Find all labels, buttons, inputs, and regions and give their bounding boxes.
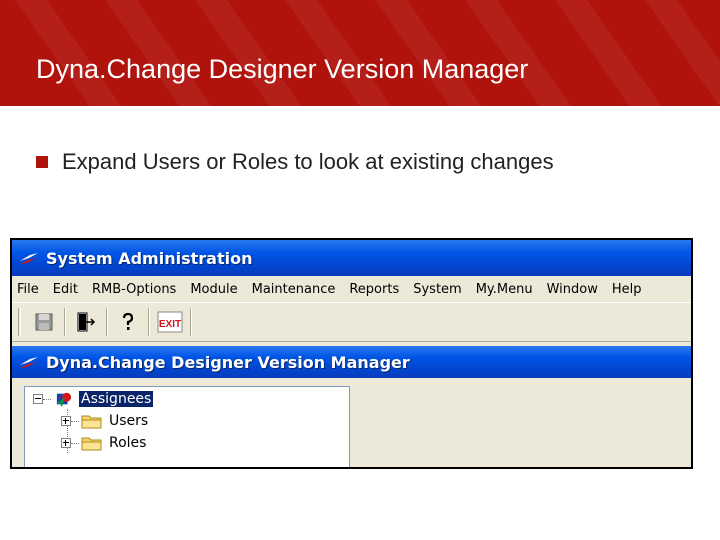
menu-help[interactable]: Help [607, 282, 646, 297]
tree-node-users[interactable]: Users [61, 410, 150, 432]
app-title: System Administration [46, 248, 253, 268]
menu-file[interactable]: File [12, 282, 48, 297]
toolbar-separator [64, 308, 66, 336]
folder-icon [81, 415, 102, 429]
menu-edit[interactable]: Edit [48, 282, 87, 297]
menu-window[interactable]: Window [542, 282, 607, 297]
save-button[interactable] [30, 308, 58, 336]
version-manager-window: Dyna.Change Designer Version Manager Ass… [12, 346, 691, 467]
app-titlebar[interactable]: System Administration [12, 240, 691, 276]
folder-icon [81, 437, 102, 451]
help-button[interactable] [114, 308, 142, 336]
bullet-text: Expand Users or Roles to look at existin… [62, 149, 554, 174]
expand-toggle-roles[interactable] [61, 438, 71, 448]
version-manager-titlebar[interactable]: Dyna.Change Designer Version Manager [12, 346, 691, 378]
bullet-item: Expand Users or Roles to look at existin… [36, 148, 554, 176]
toolbar: EXIT [12, 302, 691, 342]
assignees-icon [56, 392, 72, 407]
collapse-toggle[interactable] [33, 394, 43, 404]
bullet-marker [36, 156, 48, 168]
assignee-tree: Assignees Users Roles [24, 386, 350, 467]
expand-toggle-users[interactable] [61, 416, 71, 426]
app-logo-icon [18, 353, 40, 371]
version-manager-title: Dyna.Change Designer Version Manager [46, 352, 410, 372]
tree-node-roles[interactable]: Roles [61, 432, 148, 454]
toolbar-separator [190, 308, 192, 336]
menu-my-menu[interactable]: My.Menu [471, 282, 542, 297]
menu-maintenance[interactable]: Maintenance [247, 282, 345, 297]
help-icon [122, 312, 134, 330]
app-window: System Administration File Edit RMB-Opti… [12, 240, 691, 467]
enter-button[interactable] [72, 308, 100, 336]
save-icon [35, 313, 53, 331]
svg-text:EXIT: EXIT [159, 319, 181, 330]
app-logo-icon [18, 249, 40, 267]
menu-bar: File Edit RMB-Options Module Maintenance… [12, 278, 691, 300]
tree-label-roles: Roles [109, 435, 147, 451]
menu-module[interactable]: Module [185, 282, 246, 297]
toolbar-separator [148, 308, 150, 336]
toolbar-grip[interactable] [18, 308, 21, 336]
menu-reports[interactable]: Reports [344, 282, 408, 297]
tree-node-assignees[interactable]: Assignees [33, 388, 155, 410]
tree-label-assignees: Assignees [77, 390, 155, 408]
app-screenshot: System Administration File Edit RMB-Opti… [10, 238, 693, 469]
exit-icon: EXIT [157, 311, 183, 333]
slide-title: Dyna.Change Designer Version Manager [36, 54, 529, 84]
menu-system[interactable]: System [408, 282, 470, 297]
toolbar-separator [106, 308, 108, 336]
tree-label-users: Users [109, 413, 149, 429]
menu-rmb-options[interactable]: RMB-Options [87, 282, 185, 297]
slide-header: Dyna.Change Designer Version Manager [0, 0, 720, 106]
exit-button[interactable]: EXIT [156, 308, 184, 336]
enter-icon [77, 312, 96, 332]
